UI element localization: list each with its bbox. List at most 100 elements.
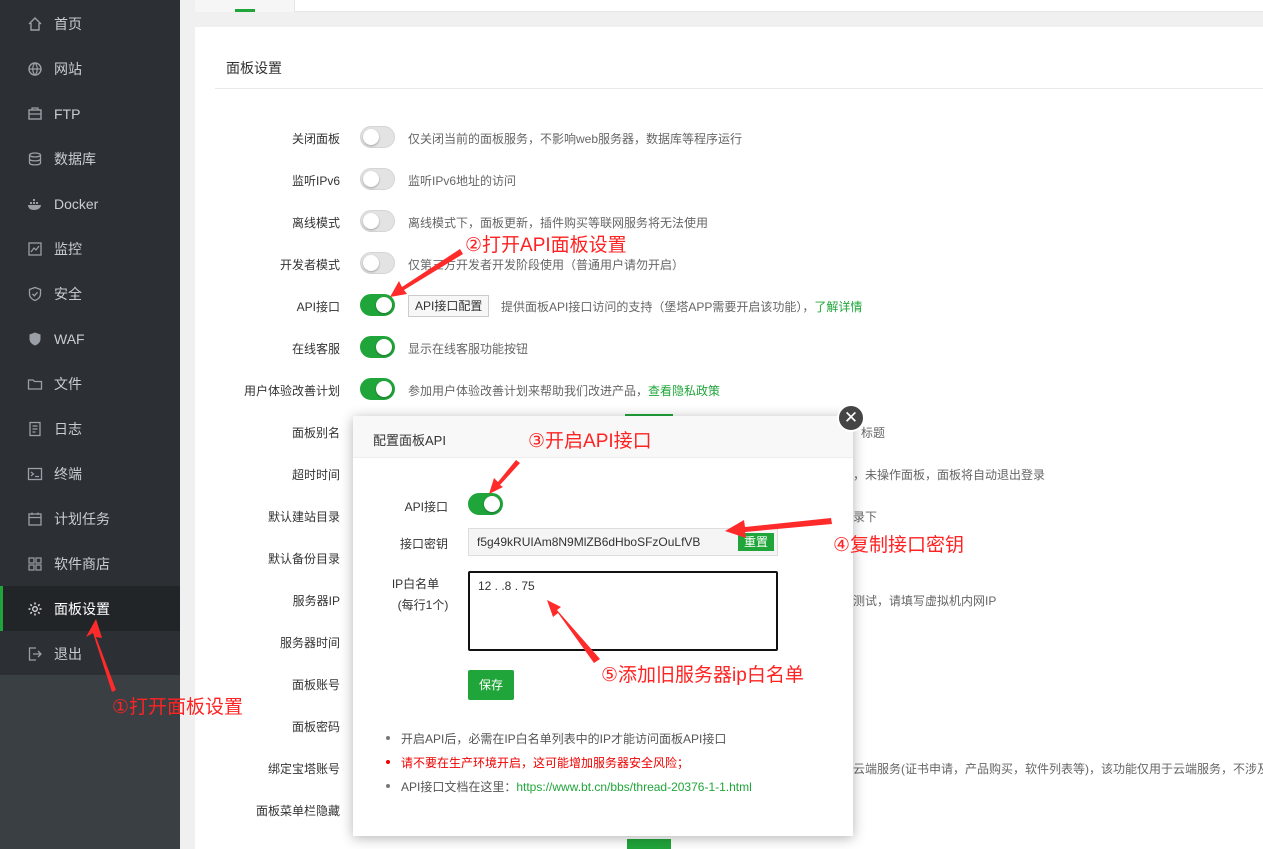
bottom-button-edge [627,839,671,849]
timeout-desc: ，未操作面板，面板将自动退出登录 [853,468,1046,482]
api-key-field[interactable]: f5g49kRUIAm8N9MlZB6dHboSFzOuLfVB [468,528,778,556]
sidebar-item-label: 面板设置 [54,600,110,617]
row-label-close-panel: 关闭面板 [291,132,340,146]
toggle-knob [363,255,379,271]
modal-api-toggle[interactable] [468,493,503,515]
row-label-online-service: 在线客服 [291,342,340,356]
sidebar-item-home[interactable]: 首页 [0,1,180,46]
sidebar-item-ftp[interactable]: FTP [0,91,180,136]
sidebar-item-store[interactable]: 软件商店 [0,541,180,586]
server-ip-desc: 测试，请填写虚拟机内网IP [853,594,997,608]
ipv6-toggle[interactable] [360,168,395,190]
sidebar-item-security[interactable]: 安全 [0,271,180,316]
sidebar: 首页 网站 FTP 数据库 Docker 监控 安全 WAF 文件 日志 终端 … [0,0,180,849]
row-label-timeout: 超时时间 [291,468,340,482]
toggle-knob [376,297,392,313]
row-label-offline: 离线模式 [291,216,340,230]
database-icon [27,151,43,167]
ip-whitelist-sublabel: (每行1个) [397,598,449,612]
annotation-step1: ①打开面板设置 [112,697,244,718]
api-desc: 提供面板API接口访问的支持（堡塔APP需要开启该功能），了解详情 [501,298,862,315]
row-label-developer: 开发者模式 [279,258,340,272]
home-icon [27,16,43,32]
sidebar-item-label: FTP [54,105,81,122]
online-service-toggle[interactable] [360,336,395,358]
sidebar-item-files[interactable]: 文件 [0,361,180,406]
offline-toggle[interactable] [360,210,395,232]
sidebar-item-label: 文件 [54,375,82,392]
sidebar-item-logout[interactable]: 退出 [0,631,180,676]
gear-icon [27,601,43,617]
sidebar-item-label: 终端 [54,465,82,482]
top-tab-bar [195,0,1263,12]
offline-desc: 离线模式下，面板更新，插件购买等联网服务将无法使用 [408,216,709,230]
api-doc-link[interactable]: https://www.bt.cn/bbs/thread-20376-1-1.h… [516,780,751,794]
sidebar-item-label: 计划任务 [54,510,110,527]
developer-toggle[interactable] [360,252,395,274]
annotation-step2: ②打开API面板设置 [465,235,627,256]
developer-desc: 仅第三方开发者开发阶段使用（普通用户请勿开启） [408,258,685,272]
row-label-backup-dir: 默认备份目录 [267,552,340,566]
shield-icon [27,286,43,302]
sidebar-item-website[interactable]: 网站 [0,46,180,91]
sidebar-item-label: 日志 [54,420,82,437]
row-label-password: 面板密码 [291,720,340,734]
alias-desc: 标题 [861,426,886,440]
modal-title: 配置面板API [373,433,446,448]
ip-whitelist-textarea[interactable]: 12 . .8 . 75 [468,571,778,651]
ipv6-desc: 监听IPv6地址的访问 [408,174,517,188]
globe-icon [27,61,43,77]
sidebar-item-label: 首页 [54,15,82,32]
api-desc-text: 提供面板API接口访问的支持（堡塔APP需要开启该功能）， [501,300,815,314]
ip-whitelist-label: IP白名单 [391,577,440,591]
log-icon [27,421,43,437]
sidebar-item-label: 监控 [54,240,82,257]
sidebar-item-terminal[interactable]: 终端 [0,451,180,496]
top-tab[interactable] [195,0,295,12]
reset-key-button[interactable]: 重置 [738,533,774,551]
sidebar-item-label: 数据库 [54,150,96,167]
sidebar-item-cron[interactable]: 计划任务 [0,496,180,541]
terminal-icon [27,466,43,482]
sidebar-item-docker[interactable]: Docker [0,181,180,226]
close-panel-toggle[interactable] [360,126,395,148]
apps-icon [27,556,43,572]
sidebar-item-settings[interactable]: 面板设置 [0,586,180,631]
row-label-ipv6: 监听IPv6 [291,174,340,188]
sidebar-item-label: 网站 [54,60,82,77]
privacy-policy-link[interactable]: 查看隐私政策 [648,384,720,398]
sidebar-item-database[interactable]: 数据库 [0,136,180,181]
logout-icon [27,646,43,662]
api-learn-more-link[interactable]: 了解详情 [814,300,862,314]
waf-icon [27,331,43,347]
sidebar-item-label: 软件商店 [54,555,110,572]
api-toggle[interactable] [360,294,395,316]
toggle-knob [376,339,392,355]
sidebar-item-logs[interactable]: 日志 [0,406,180,451]
sidebar-item-monitor[interactable]: 监控 [0,226,180,271]
toggle-knob [363,129,379,145]
row-label-account: 面板账号 [291,678,340,692]
active-tab-indicator [235,9,255,12]
api-enable-label: API接口 [404,500,448,514]
save-button[interactable]: 保存 [468,670,514,700]
monitor-icon [27,241,43,257]
ftp-icon [27,106,43,122]
sidebar-item-label: Docker [54,195,99,212]
toggle-knob [376,381,392,397]
ux-plan-toggle[interactable] [360,378,395,400]
row-label-site-dir: 默认建站目录 [267,510,340,524]
api-config-button[interactable]: API接口配置 [408,295,490,317]
sidebar-item-waf[interactable]: WAF [0,316,180,361]
annotation-step5: ⑤添加旧服务器ip白名单 [601,665,804,686]
toggle-knob [363,171,379,187]
close-icon[interactable]: ✕ [837,404,865,432]
row-label-ux-plan: 用户体验改善计划 [243,384,340,398]
divider [215,88,1263,89]
close-panel-desc: 仅关闭当前的面板服务，不影响web服务器，数据库等程序运行 [408,132,743,146]
api-key-label: 接口密钥 [399,537,448,551]
warning-note: 请不要在生产环境开启，这可能增加服务器安全风险； [385,756,690,770]
note-item: 开启API后，必需在IP白名单列表中的IP才能访问面板API接口 [385,732,727,746]
annotation-step4: ④复制接口密钥 [833,535,965,556]
row-label-server-ip: 服务器IP [292,594,340,608]
